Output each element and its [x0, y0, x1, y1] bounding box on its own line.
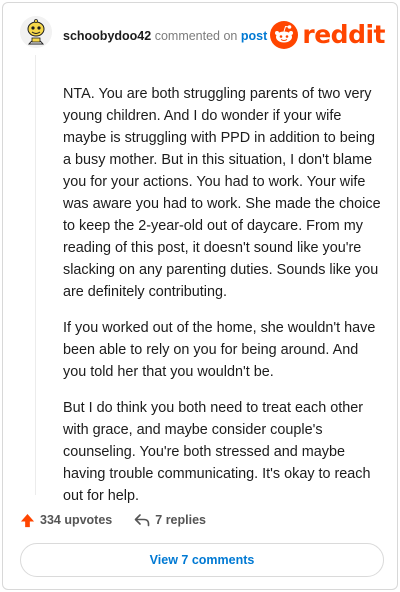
comment-actions: 334 upvotes 7 replies [20, 509, 206, 531]
snoo-avatar-icon [20, 16, 52, 48]
comment-header: schoobydoo42 commented on post reddit [3, 3, 397, 67]
username[interactable]: schoobydoo42 [63, 29, 151, 43]
reply-button[interactable]: 7 replies [134, 513, 206, 527]
reddit-wordmark: reddit [302, 20, 385, 49]
upvote-arrow-icon [20, 513, 35, 527]
comment-paragraph: NTA. You are both struggling parents of … [63, 86, 381, 300]
upvote-count: 334 upvotes [40, 513, 113, 527]
thread-line[interactable] [35, 55, 36, 495]
reply-arrow-icon [134, 514, 150, 527]
comment-meta: schoobydoo42 commented on post [63, 28, 267, 44]
comment-body: NTA. You are both struggling parents of … [63, 83, 381, 521]
view-comments-button[interactable]: View 7 comments [20, 543, 384, 577]
reddit-snoo-icon [270, 21, 299, 49]
comment-card: schoobydoo42 commented on post reddit NT… [2, 2, 398, 590]
reply-count: 7 replies [155, 513, 206, 527]
post-link[interactable]: post [241, 29, 267, 43]
comment-paragraph: If you worked out of the home, she would… [63, 320, 376, 380]
comment-paragraph: But I do think you both need to treat ea… [63, 400, 371, 504]
user-avatar[interactable] [20, 16, 52, 48]
reddit-logo[interactable]: reddit [270, 20, 385, 50]
action-text: commented on [154, 29, 238, 43]
upvote-button[interactable]: 334 upvotes [20, 513, 112, 528]
